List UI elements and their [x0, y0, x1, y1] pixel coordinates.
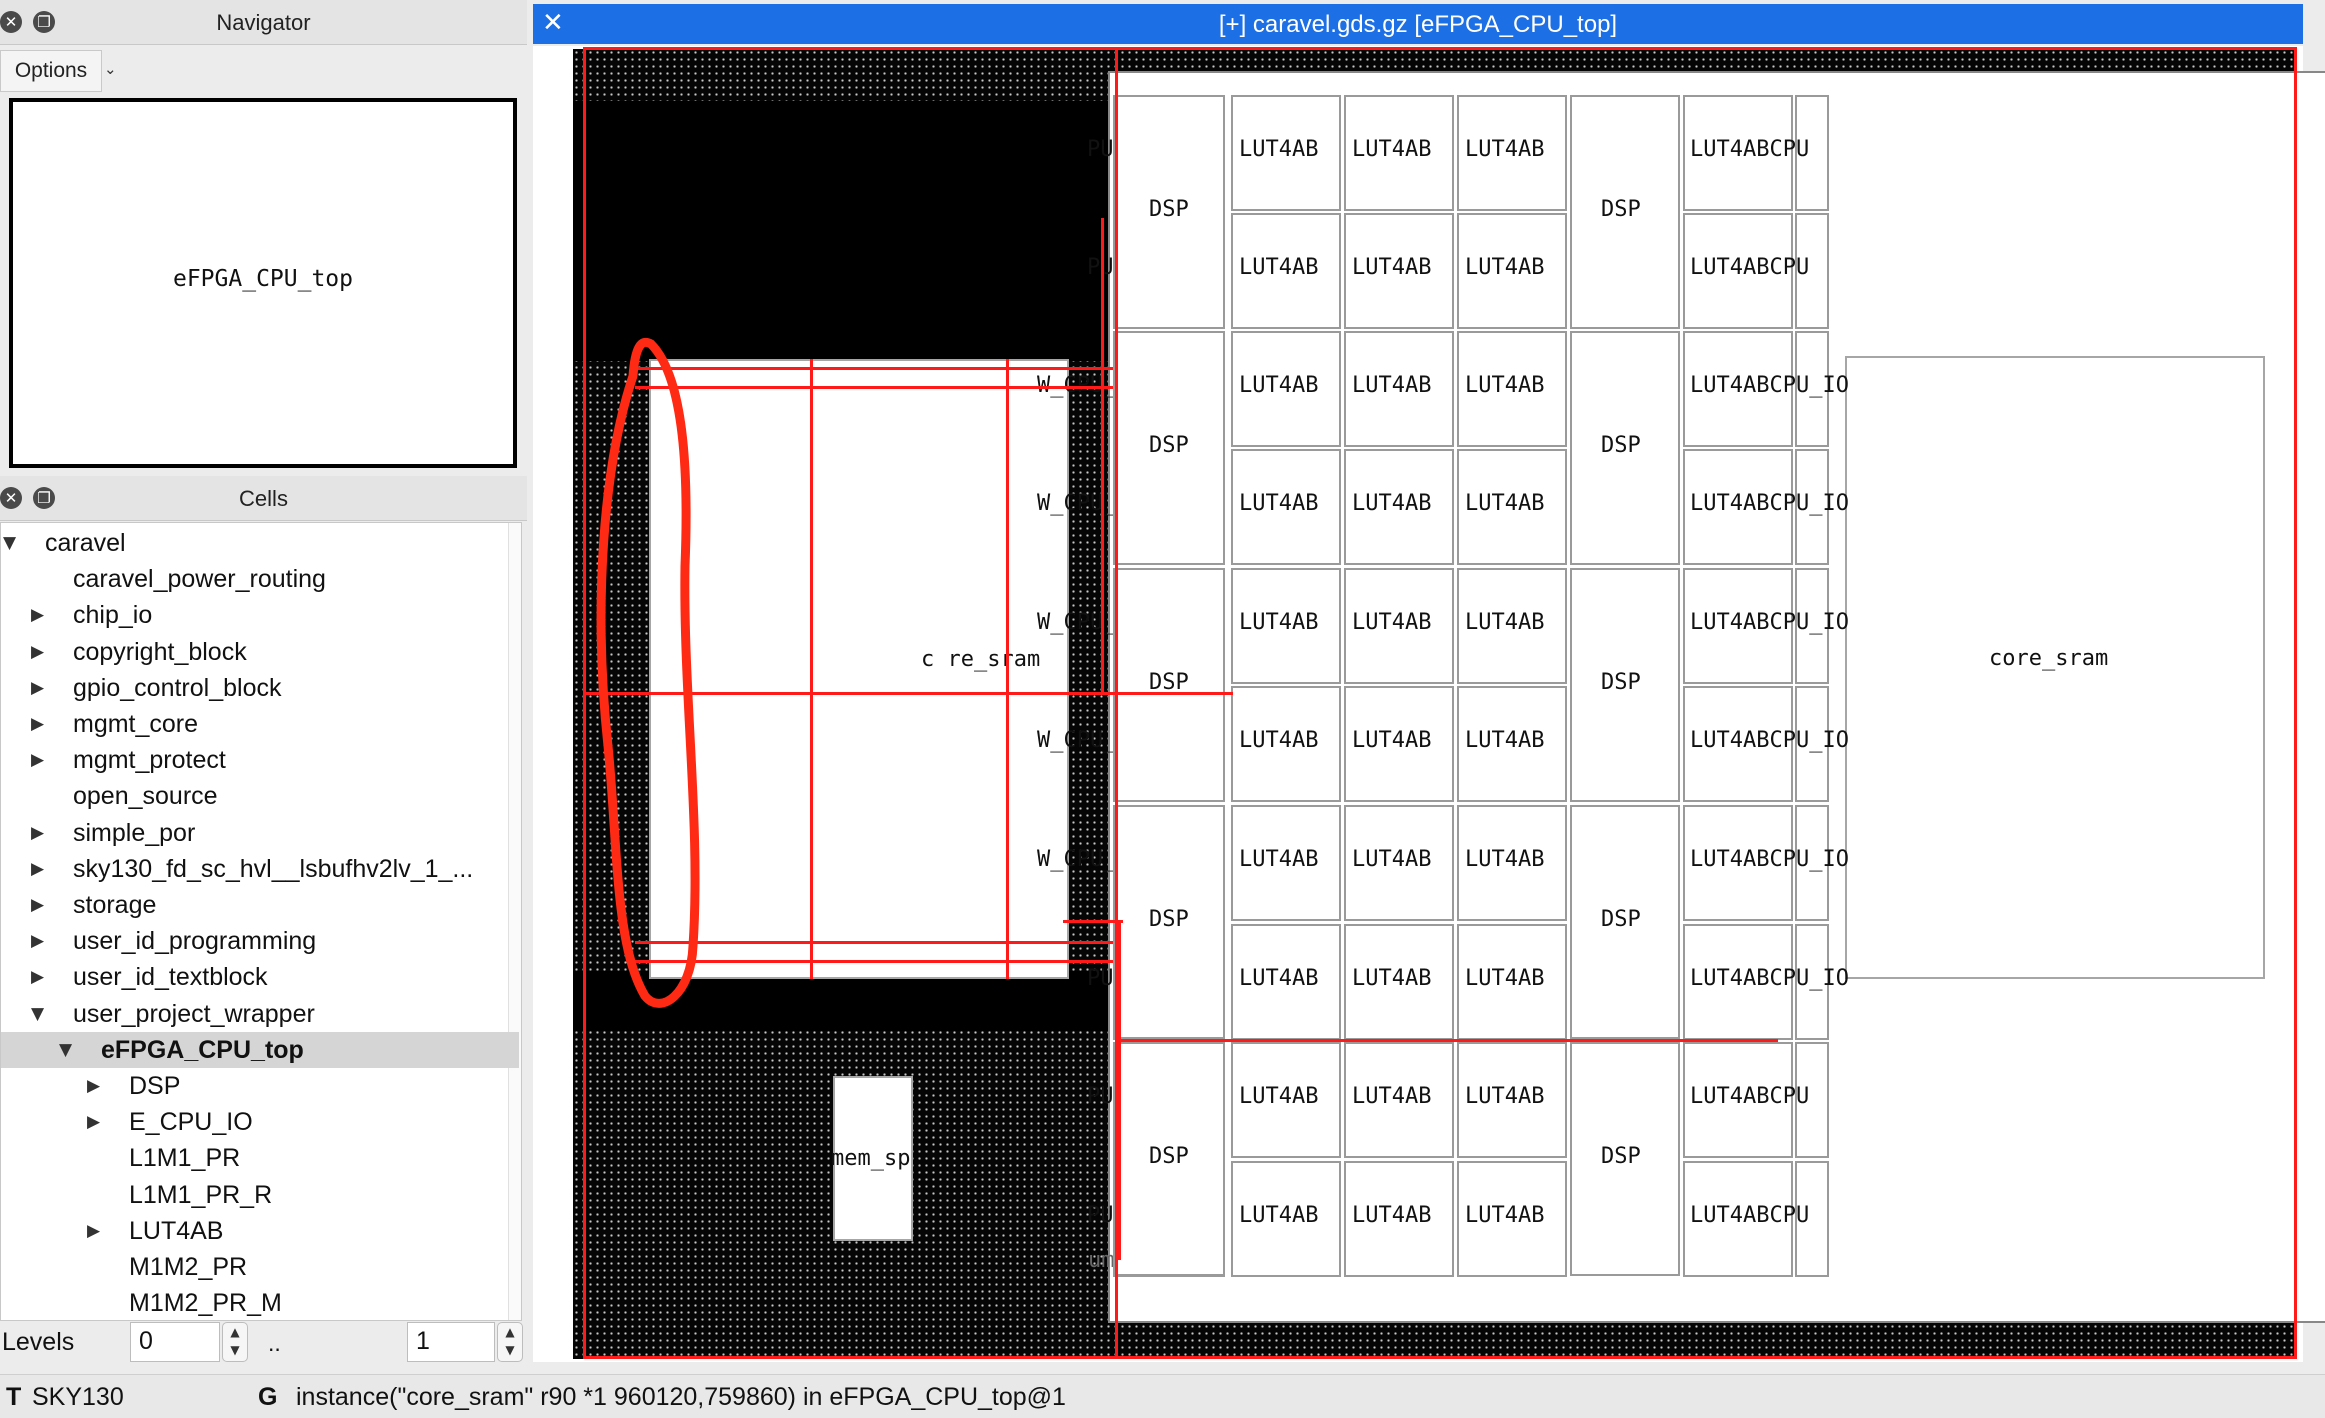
tree-item-label: user_id_textblock [73, 963, 268, 992]
chevron-down-icon[interactable]: ▼ [223, 1343, 247, 1357]
tree-item[interactable]: ▶ simple_por [1, 815, 519, 851]
chevron-right-icon[interactable]: ▶ [31, 815, 44, 851]
tree-item[interactable]: open_source [1, 778, 519, 814]
chevron-right-icon[interactable]: ▶ [31, 597, 44, 633]
chevron-down-icon[interactable]: ⌄ [104, 60, 117, 78]
chevron-down-icon[interactable]: ▼ [498, 1343, 522, 1357]
chevron-right-icon[interactable]: ▶ [31, 706, 44, 742]
layout-view-titlebar: [+] caravel.gds.gz [eFPGA_CPU_top] [533, 4, 2303, 44]
layout-view-title: [+] caravel.gds.gz [eFPGA_CPU_top] [1218, 11, 1618, 38]
tree-item[interactable]: ▶ DSP [1, 1068, 519, 1104]
tree-item[interactable]: ▼ user_project_wrapper [1, 996, 519, 1032]
tree-item-label: gpio_control_block [73, 673, 282, 702]
levels-from-value: 0 [139, 1327, 153, 1355]
tree-item[interactable]: ▶ sky130_fd_sc_hvl__lsbufhv2lv_1_... [1, 851, 519, 887]
tree-item[interactable]: ▶ user_id_programming [1, 923, 519, 959]
tree-item[interactable]: ▶ copyright_block [1, 634, 519, 670]
tree-item[interactable]: caravel_power_routing [1, 561, 519, 597]
tree-item-label: E_CPU_IO [129, 1108, 253, 1137]
tech-key: T [6, 1383, 22, 1411]
navigator-titlebar: ✕ ❐ Navigator [0, 0, 527, 45]
tree-item-label: caravel [45, 529, 126, 557]
status-message: instance("core_sram" r90 *1 960120,75986… [296, 1383, 1066, 1411]
tree-item-label: L1M1_PR [129, 1144, 241, 1173]
tree-item-label: user_id_programming [73, 927, 317, 956]
tree-item[interactable]: ▶ LUT4AB [1, 1213, 519, 1249]
chevron-down-icon[interactable]: ▼ [31, 996, 44, 1032]
chevron-right-icon[interactable]: ▶ [31, 923, 44, 959]
tree-item-label: DSP [129, 1072, 181, 1100]
tree-item-label: M1M2_PR_M [129, 1289, 282, 1318]
tree-item-label: user_project_wrapper [73, 999, 315, 1028]
tree-item-label: L1M1_PR_R [129, 1180, 273, 1209]
cells-tree[interactable]: ▼ caravel caravel_power_routing ▶ chip_io ▶ co… [0, 522, 522, 1321]
annotation-stroke [596, 338, 700, 1008]
levels-label: Levels [2, 1328, 75, 1356]
grid-key: G [258, 1383, 278, 1411]
levels-from-input[interactable]: 0 [130, 1322, 220, 1362]
tree-item[interactable]: ▼ eFPGA_CPU_top [1, 1031, 519, 1068]
status-bar: T SKY130 G instance("core_sram" r90 *1 9… [0, 1374, 2325, 1418]
tree-item-label: simple_por [73, 818, 196, 847]
options-button[interactable]: Options [0, 50, 102, 92]
chevron-down-icon[interactable]: ▼ [59, 1032, 72, 1068]
tree-item-label: caravel_power_routing [73, 565, 326, 594]
levels-to-value: 1 [416, 1327, 430, 1355]
tree-item-label: mgmt_protect [73, 746, 226, 775]
tree-item-label: storage [73, 891, 157, 919]
tree-item[interactable]: ▼ caravel [1, 525, 519, 561]
chevron-right-icon[interactable]: ▶ [87, 1213, 100, 1249]
tree-item[interactable]: ▶ gpio_control_block [1, 670, 519, 706]
tree-item-label: LUT4AB [129, 1216, 224, 1245]
tree-item[interactable]: ▶ mgmt_protect [1, 742, 519, 778]
tree-item-label: M1M2_PR [129, 1253, 248, 1281]
layout-canvas[interactable]: c re_sram core_sram mem_sp um LUT4AB LUT4… [533, 46, 2325, 1362]
navigator-title: Navigator [216, 10, 311, 35]
chevron-right-icon[interactable]: ▶ [31, 742, 44, 778]
tree-item-label: sky130_fd_sc_hvl__lsbufhv2lv_1_... [73, 854, 474, 883]
chevron-up-icon[interactable]: ▲ [498, 1325, 522, 1339]
chevron-right-icon[interactable]: ▶ [31, 851, 44, 887]
tech-value: SKY130 [32, 1383, 124, 1411]
tree-item-label: open_source [73, 782, 218, 811]
tree-item[interactable]: L1M1_PR [1, 1140, 519, 1176]
levels-separator: .. [268, 1330, 281, 1356]
levels-to-input[interactable]: 1 [407, 1322, 495, 1362]
chevron-right-icon[interactable]: ▶ [87, 1104, 100, 1140]
levels-from-stepper[interactable]: ▲ ▼ [222, 1322, 248, 1362]
chevron-up-icon[interactable]: ▲ [223, 1325, 247, 1339]
chevron-right-icon[interactable]: ▶ [31, 634, 44, 670]
close-icon[interactable]: ✕ [542, 8, 564, 38]
navigator-cell-label: eFPGA_CPU_top [172, 266, 353, 292]
tree-item[interactable]: M1M2_PR [1, 1249, 519, 1285]
cells-title: Cells [239, 486, 288, 511]
tree-item[interactable]: ▶ storage [1, 887, 519, 923]
levels-to-stepper[interactable]: ▲ ▼ [497, 1322, 523, 1362]
tree-item[interactable]: ▶ user_id_textblock [1, 959, 519, 995]
tree-item[interactable]: L1M1_PR_R [1, 1177, 519, 1213]
tree-item-label: mgmt_core [73, 710, 199, 738]
navigator-preview[interactable]: eFPGA_CPU_top [9, 98, 517, 468]
chevron-right-icon[interactable]: ▶ [31, 670, 44, 706]
tree-item[interactable]: ▶ chip_io [1, 597, 519, 633]
tree-item[interactable]: ▶ mgmt_core [1, 706, 519, 742]
chevron-right-icon[interactable]: ▶ [87, 1068, 100, 1104]
chevron-right-icon[interactable]: ▶ [31, 959, 44, 995]
tree-item[interactable]: ▶ E_CPU_IO [1, 1104, 519, 1140]
tree-item[interactable]: M1M2_PR_M [1, 1285, 519, 1320]
chevron-right-icon[interactable]: ▶ [31, 887, 44, 923]
tree-item-label: eFPGA_CPU_top [101, 1035, 304, 1064]
tree-item-label: chip_io [73, 601, 153, 630]
chevron-down-icon[interactable]: ▼ [3, 525, 16, 561]
cells-titlebar: ✕ ❐ Cells [0, 476, 527, 521]
tree-item-label: copyright_block [73, 637, 247, 666]
